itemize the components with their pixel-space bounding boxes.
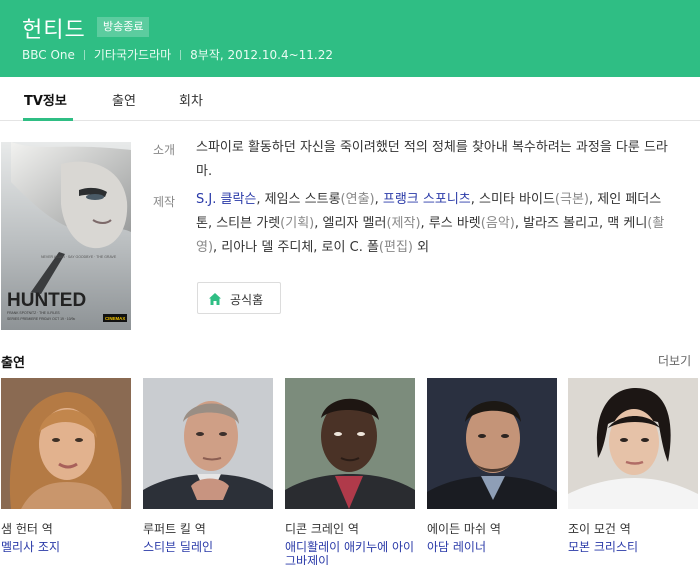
credit-role: (극본) [554, 192, 589, 207]
cast-actor-link[interactable]: 아담 레이너 [427, 540, 557, 554]
credit-role: (기획) [280, 216, 315, 231]
poster-art: NEVER AGAIN · SAY GOODBYE · THE GRAVE HU… [1, 142, 131, 330]
poster-network-logo: CINEMAX [105, 316, 125, 321]
cast-photo[interactable] [568, 378, 698, 509]
credit-text: , 루스 바렛 [420, 216, 481, 231]
cast-actor-link[interactable]: 애디활레이 애키누에 아이그바제이 [285, 540, 415, 565]
production-credits: S.J. 클락슨, 제임스 스트롱(연출), 프랭크 스포니츠, 스미타 바이드… [196, 188, 676, 260]
credit-text: 외 [413, 240, 430, 255]
poster-title-text: HUNTED [7, 290, 86, 311]
cast-photo[interactable] [1, 378, 131, 509]
tab-cast[interactable]: 출연 [112, 90, 136, 109]
tab-bar: TV정보 출연 회차 [0, 77, 700, 121]
channel-label: BBC One [22, 48, 75, 62]
credit-role: (연출) [340, 192, 375, 207]
credit-text: , 스미타 바이드 [470, 192, 555, 207]
cast-photo[interactable] [427, 378, 557, 509]
credit-text: , 엘리자 멜러 [314, 216, 387, 231]
program-header: 헌티드 방송종료 BBC One 기타국가드라마 8부작, 2012.10.4~11… [0, 0, 700, 77]
poster-credits: FRANK SPOTNITZ · THE X-FILES [7, 311, 60, 315]
credit-role: (음악) [480, 216, 515, 231]
official-home-button[interactable]: 공식홈 [197, 282, 281, 314]
active-tab-indicator [23, 118, 73, 121]
credit-link[interactable]: 프랭크 스포니츠 [383, 192, 471, 207]
meta-divider [83, 50, 85, 60]
cast-role: 루퍼트 킬 역 [143, 522, 206, 536]
credit-role: (편집) [378, 240, 413, 255]
intro-text: 스파이로 활동하던 자신을 죽이려했던 적의 정체를 찾아내 복수하려는 과정을… [196, 140, 668, 179]
cast-photo[interactable] [285, 378, 415, 509]
home-icon [209, 293, 221, 305]
production-label: 제작 [153, 195, 176, 209]
poster-tagline: NEVER AGAIN · SAY GOODBYE · THE GRAVE [41, 255, 117, 259]
more-link[interactable]: 더보기 [658, 352, 691, 369]
tab-tv-info[interactable]: TV정보 [24, 90, 67, 109]
credit-text: , [374, 192, 383, 207]
credit-role: (제작) [386, 216, 421, 231]
cast-actor-link[interactable]: 모본 크리스티 [568, 540, 698, 554]
cast-card[interactable]: 루퍼트 킬 역 스티븐 딜레인 [143, 378, 275, 565]
cast-card[interactable]: 디콘 크레인 역 애디활레이 애키누에 아이그바제이 [285, 378, 417, 565]
cast-role: 샘 헌터 역 [1, 522, 53, 536]
poster-image[interactable]: NEVER AGAIN · SAY GOODBYE · THE GRAVE HU… [1, 142, 131, 330]
cast-role: 에이든 마쉬 역 [427, 522, 501, 536]
cast-card[interactable]: 조이 모건 역 모본 크리스티 [568, 378, 700, 565]
credit-link[interactable]: S.J. 클락슨 [196, 192, 256, 207]
cast-role: 조이 모건 역 [568, 522, 631, 536]
credit-text: , 제임스 스트롱 [256, 192, 341, 207]
credit-text: , 리아나 델 주디체, 로이 C. 폴 [213, 240, 379, 255]
cast-card[interactable]: 샘 헌터 역 멜리사 조지 [1, 378, 133, 565]
official-home-label: 공식홈 [230, 293, 264, 307]
cast-section-title: 출연 [1, 356, 25, 371]
cast-card[interactable]: 에이든 마쉬 역 아담 레이너 [427, 378, 559, 565]
genre-label: 기타국가드라마 [93, 48, 172, 62]
tab-episodes[interactable]: 회차 [179, 90, 203, 109]
cast-photo[interactable] [143, 378, 273, 509]
episodes-dates-label: 8부작, 2012.10.4~11.22 [190, 48, 333, 62]
program-title[interactable]: 헌티드 [22, 12, 86, 44]
poster-premiere-line: SERIES PREMIERE FRIDAY OCT 19 · 10/9c [7, 317, 76, 321]
meta-divider [180, 50, 182, 60]
cast-actor-link[interactable]: 멜리사 조지 [1, 540, 131, 554]
intro-label: 소개 [153, 143, 176, 157]
cast-role: 디콘 크레인 역 [285, 522, 359, 536]
cast-actor-link[interactable]: 스티븐 딜레인 [143, 540, 273, 554]
program-meta: BBC One 기타국가드라마 8부작, 2012.10.4~11.22 [22, 46, 333, 63]
credit-text: , 발라즈 볼리고, 맥 케니 [514, 216, 648, 231]
status-badge: 방송종료 [97, 17, 150, 37]
